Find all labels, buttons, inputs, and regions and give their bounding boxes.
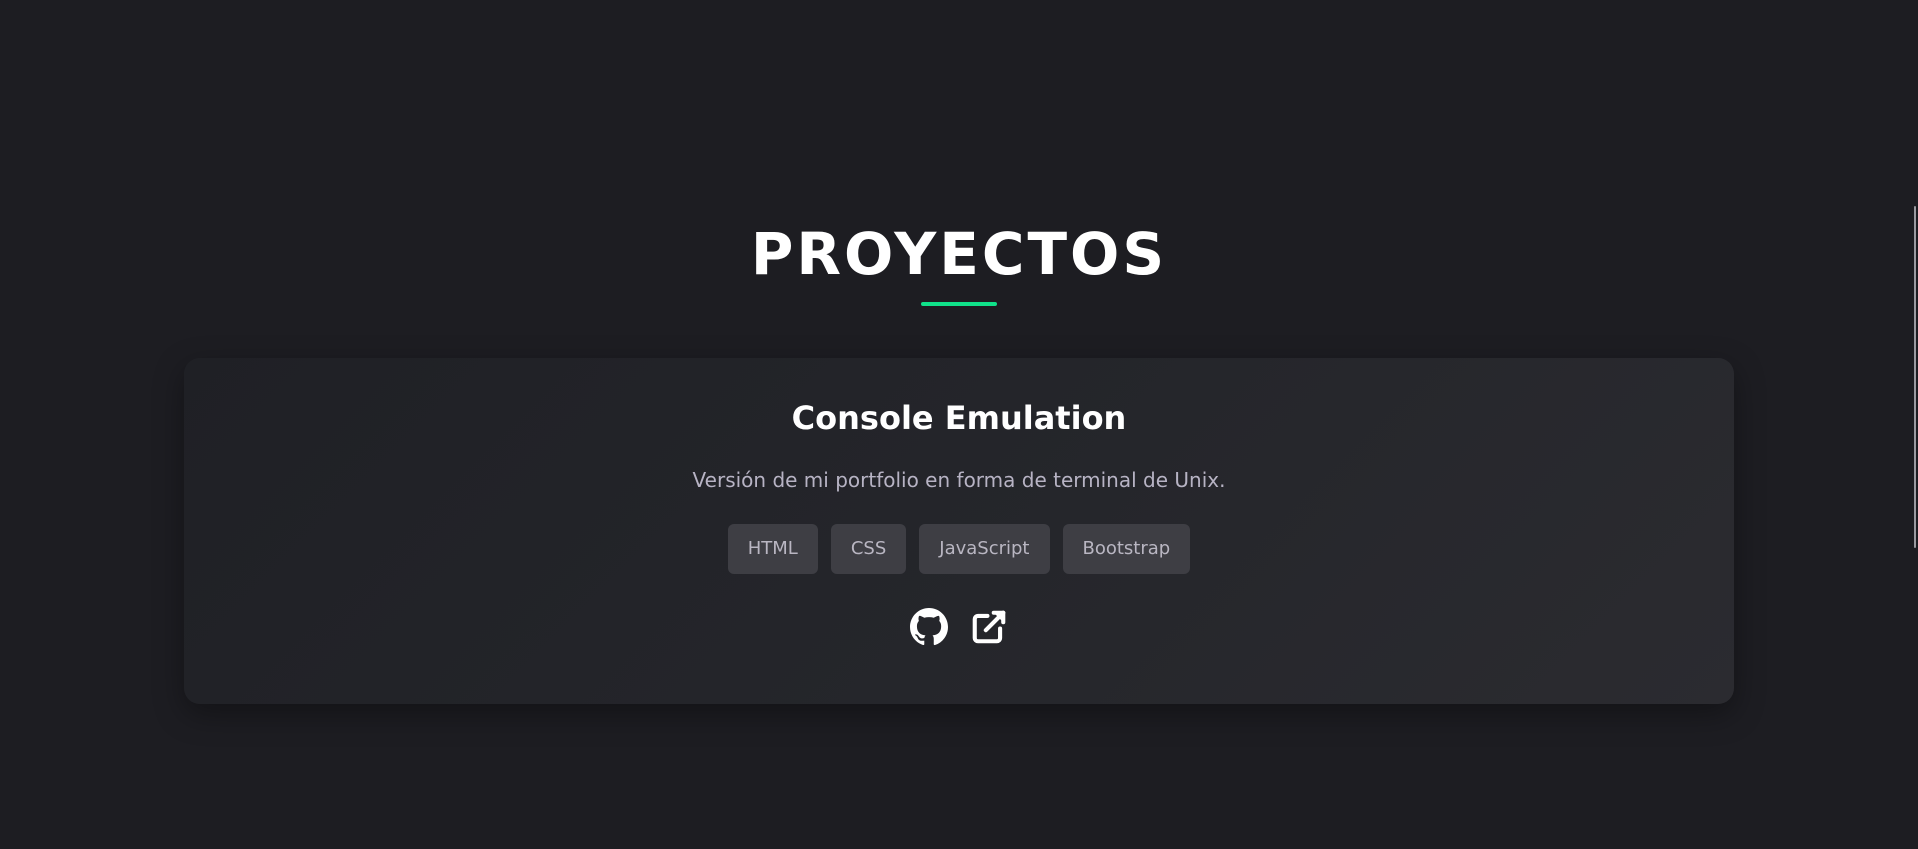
project-description: Versión de mi portfolio en forma de term… (692, 468, 1226, 492)
external-link-icon (970, 608, 1008, 646)
external-link[interactable] (970, 608, 1008, 646)
scrollbar[interactable] (1914, 0, 1918, 849)
section-title: PROYECTOS (750, 220, 1168, 288)
projects-page: PROYECTOS Console Emulation Versión de m… (0, 0, 1918, 849)
project-card: Console Emulation Versión de mi portfoli… (184, 358, 1734, 704)
github-link[interactable] (910, 608, 948, 646)
tech-tag: JavaScript (919, 524, 1050, 574)
tech-tag: CSS (830, 524, 907, 574)
tech-tag: Bootstrap (1062, 524, 1191, 574)
tech-tag: HTML (727, 524, 818, 574)
tech-tags: HTML CSS JavaScript Bootstrap (184, 524, 1734, 574)
github-icon (910, 608, 948, 646)
scrollbar-thumb[interactable] (1914, 206, 1916, 548)
project-links (184, 608, 1734, 646)
project-title: Console Emulation (791, 399, 1127, 437)
title-underline (921, 302, 997, 306)
